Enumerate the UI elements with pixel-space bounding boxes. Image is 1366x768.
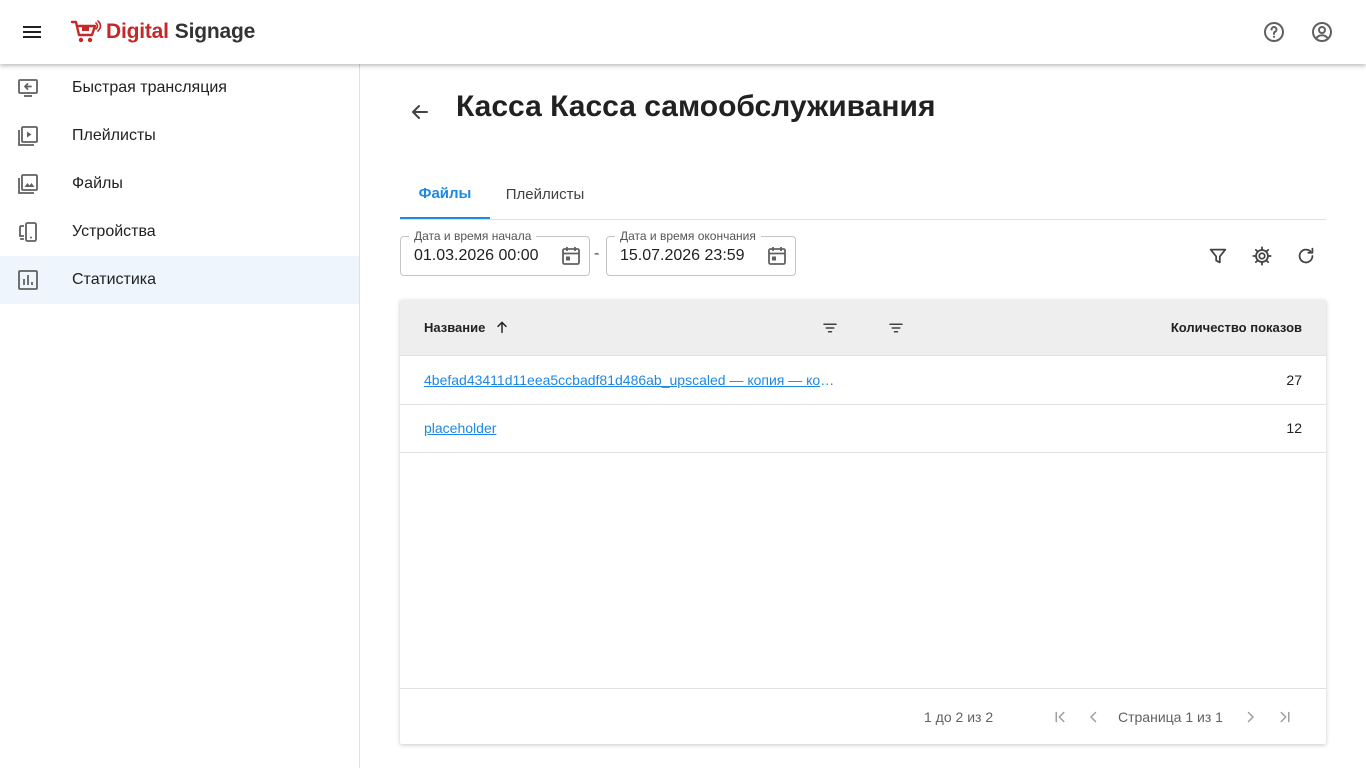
sidebar: Быстрая трансляция Плейлисты Файлы Устро…	[0, 64, 360, 768]
menu-icon	[23, 26, 41, 38]
last-page-button[interactable]	[1273, 705, 1297, 729]
help-icon	[1264, 22, 1284, 42]
cart-signage-logo-icon	[70, 20, 102, 43]
column-filter-icon[interactable]	[887, 319, 905, 337]
help-button[interactable]	[1254, 12, 1294, 52]
view-count: 12	[1286, 420, 1302, 436]
tab-files[interactable]: Файлы	[400, 170, 490, 219]
menu-button[interactable]	[12, 12, 52, 52]
page-title: Касса Касса самообслуживания	[456, 90, 936, 123]
view-count: 27	[1286, 372, 1302, 388]
date-range-separator: -	[594, 245, 600, 262]
top-app-bar: Digital Signage	[0, 0, 1366, 64]
sort-ascending-icon[interactable]	[494, 319, 510, 335]
column-header-name[interactable]: Название	[424, 320, 485, 335]
first-page-button[interactable]	[1048, 705, 1072, 729]
table-pagination: 1 до 2 из 2 Страница 1 из 1	[400, 688, 1326, 744]
gear-icon	[1252, 246, 1272, 266]
playlist-play-icon	[18, 126, 38, 146]
table-row: 4befad43411d11eea5ccbadf81d486ab_upscale…	[400, 357, 1326, 405]
photo-library-icon	[18, 174, 38, 194]
chevron-right-icon	[1247, 711, 1254, 723]
account-button[interactable]	[1302, 12, 1342, 52]
start-datetime-field[interactable]: Дата и время начала 01.03.2026 00:00	[400, 229, 590, 276]
sidebar-item-statistics[interactable]: Статистика	[0, 256, 359, 304]
sidebar-item-label: Плейлисты	[72, 127, 156, 144]
back-button[interactable]	[400, 92, 440, 132]
sidebar-item-label: Статистика	[72, 271, 157, 288]
bar-chart-icon	[18, 270, 38, 290]
main-content: Касса Касса самообслуживания Файлы Плейл…	[360, 64, 1366, 768]
end-datetime-label: Дата и время окончания	[615, 229, 761, 243]
start-datetime-label: Дата и время начала	[409, 229, 537, 243]
pagination-summary: 1 до 2 из 2	[924, 709, 994, 725]
settings-button[interactable]	[1247, 241, 1277, 271]
tab-bar: Файлы Плейлисты	[400, 170, 1326, 220]
arrow-back-icon	[412, 105, 428, 119]
start-datetime-value[interactable]: 01.03.2026 00:00	[414, 247, 539, 265]
logo-text-rest: Signage	[174, 20, 256, 43]
next-page-button[interactable]	[1238, 705, 1262, 729]
statistics-table: Название Количество показов 4befad43411d…	[400, 300, 1326, 744]
sidebar-item-label: Файлы	[72, 175, 123, 192]
sidebar-item-label: Устройства	[72, 223, 156, 240]
refresh-icon	[1298, 247, 1314, 264]
table-header: Название Количество показов	[400, 300, 1326, 356]
file-name-link[interactable]: 4befad43411d11eea5ccbadf81d486ab_upscale…	[424, 372, 840, 388]
last-page-icon	[1280, 711, 1290, 723]
tab-playlists[interactable]: Плейлисты	[494, 170, 596, 219]
first-page-icon	[1055, 711, 1065, 723]
end-datetime-value[interactable]: 15.07.2026 23:59	[620, 247, 745, 265]
table-row: placeholder 12	[400, 405, 1326, 453]
account-icon	[1312, 22, 1332, 42]
refresh-button[interactable]	[1291, 241, 1321, 271]
calendar-icon[interactable]	[765, 244, 789, 268]
pagination-page-text: Страница 1 из 1	[1118, 709, 1223, 725]
sidebar-item-files[interactable]: Файлы	[0, 160, 359, 208]
end-datetime-field[interactable]: Дата и время окончания 15.07.2026 23:59	[606, 229, 796, 276]
filter-button[interactable]	[1203, 241, 1233, 271]
chevron-left-icon	[1090, 711, 1097, 723]
sidebar-item-playlists[interactable]: Плейлисты	[0, 112, 359, 160]
filter-funnel-icon	[1209, 248, 1227, 264]
sidebar-item-quick-broadcast[interactable]: Быстрая трансляция	[0, 64, 359, 112]
column-header-count[interactable]: Количество показов	[1171, 320, 1302, 335]
app-logo[interactable]: Digital Signage	[70, 18, 255, 46]
screen-share-icon	[18, 79, 38, 97]
sidebar-item-label: Быстрая трансляция	[72, 79, 227, 96]
logo-text-brand: Digital	[106, 20, 169, 43]
devices-icon	[19, 222, 37, 242]
sidebar-item-devices[interactable]: Устройства	[0, 208, 359, 256]
calendar-icon[interactable]	[559, 244, 583, 268]
file-name-link[interactable]: placeholder	[424, 420, 840, 436]
previous-page-button[interactable]	[1082, 705, 1106, 729]
column-filter-icon[interactable]	[821, 319, 839, 337]
